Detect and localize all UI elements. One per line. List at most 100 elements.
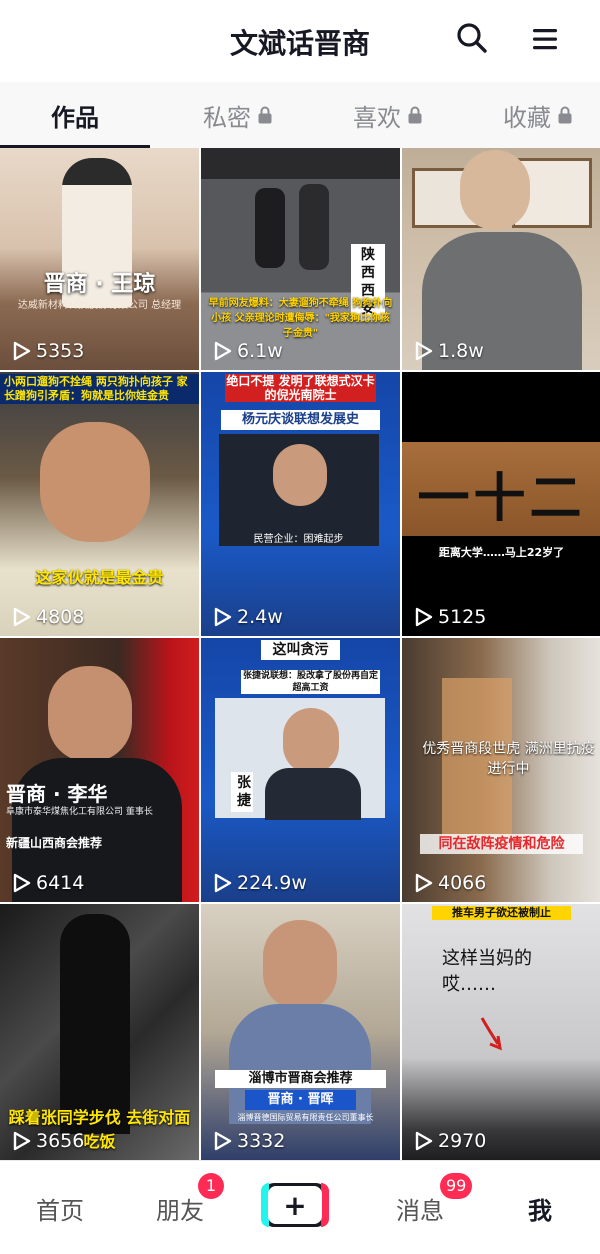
view-count: 6414 [10,872,84,894]
view-count-text: 5353 [36,340,85,362]
nav-label: 我 [528,1196,552,1225]
video-thumbnail[interactable]: 绝口不提 发明了联想式汉卡的倪光南院士 杨元庆谈联想发展史 民营企业：困难起步 … [201,372,400,636]
tab-private[interactable]: 私密 [176,82,300,148]
view-count-text: 6414 [36,872,85,894]
video-thumbnail[interactable]: 陕西 西安 早前网友爆料：大妻遛狗不牵绳 狗狗扑向小孩 父亲理论时遭侮辱："我家… [201,148,400,370]
play-icon [214,1131,232,1151]
create-button-red-edge [321,1183,329,1227]
view-count: 5125 [412,606,486,628]
nav-messages[interactable]: 消息 99 [360,1161,480,1254]
tab-label: 作品 [51,103,99,132]
video-thumbnail[interactable]: 晋商 · 李华 阜康市泰华煤焦化工有限公司 董事长 新疆山西商会推荐 6414 [0,638,199,902]
lock-icon [408,106,422,124]
video-subcaption: 淄博晋德国际贸易有限责任公司董事长 [237,1113,374,1122]
menu-icon[interactable] [530,24,560,54]
name-badge: 张捷 [231,772,253,812]
play-icon [214,873,232,893]
lock-icon [258,106,272,124]
tab-works[interactable]: 作品 [0,82,150,148]
view-count: 224.9w [211,872,307,894]
create-button[interactable]: + [261,1183,329,1227]
video-subcaption: 民营企业：困难起步 [253,534,344,545]
profile-tabs: 作品 私密 喜欢 收藏 [0,82,600,148]
view-count: 3656 [10,1130,84,1152]
lock-icon [558,106,572,124]
video-caption: 这叫贪污 [261,640,340,660]
video-thumbnail[interactable]: 推车男子欲还被制止 这样当妈的 哎…… 2970 [402,904,600,1160]
video-caption: 晋商 · 李华 [6,782,108,806]
video-caption: 一十二 [417,469,586,529]
view-count-text: 3656 [36,1130,85,1152]
profile-header: 文斌话晋商 [0,0,600,82]
video-thumbnail[interactable]: 一十二 距离大学……马上22岁了 5125 [402,372,600,636]
play-icon [13,607,31,627]
tab-favorites[interactable]: 收藏 [476,82,600,148]
play-icon [13,873,31,893]
view-count: 5353 [10,340,84,362]
view-count-text: 1.8w [438,340,484,362]
video-top-caption: 小两口遛狗不拴绳 两只狗扑向孩子 家长蹭狗引矛盾：狗就是比你娃金贵 [0,374,199,404]
video-subcaption: 张捷说联想：股改拿了股份再自定超高工资 [241,670,380,694]
view-count-text: 6.1w [237,340,283,362]
play-icon [13,341,31,361]
video-caption: 优秀晋商段世虎 满洲里抗疫进行中 [422,741,595,777]
bottom-nav: 首页 朋友 1 + 消息 99 我 [0,1160,600,1254]
video-caption: 晋商 · 王琼 [43,272,156,297]
nav-friends[interactable]: 朋友 1 [120,1161,240,1254]
play-icon [13,1131,31,1151]
view-count-text: 4066 [438,872,487,894]
video-thumbnail[interactable]: 优秀晋商段世虎 满洲里抗疫进行中 同在敌阵疫情和危险 4066 [402,638,600,902]
play-icon [415,1131,433,1151]
nav-me[interactable]: 我 [480,1161,600,1254]
video-top-caption: 绝口不提 发明了联想式汉卡的倪光南院士 [225,374,376,402]
video-subcaption: 阜康市泰华煤焦化工有限公司 董事长 [6,807,153,817]
view-count-text: 4808 [36,606,85,628]
play-icon [214,341,232,361]
tab-label: 收藏 [503,103,551,132]
video-subcaption: 新疆山西商会推荐 [6,836,103,850]
view-count: 3332 [211,1130,285,1152]
nav-label: 首页 [36,1196,84,1225]
video-thumbnail[interactable]: 晋商 · 王琼 达威新材料科技股份有限公司 总经理 5353 [0,148,199,370]
video-subcaption: 达威新材料科技股份有限公司 总经理 [17,300,182,311]
video-grid: 晋商 · 王琼 达威新材料科技股份有限公司 总经理 5353 陕西 西安 早前网… [0,148,600,1160]
video-subcaption: 距离大学……马上22岁了 [438,546,565,559]
video-thumbnail[interactable]: 踩着张同学步伐 去街对面吃饭 3656 [0,904,199,1160]
video-caption: 这家伙就是最金贵 [35,568,164,587]
tab-likes[interactable]: 喜欢 [326,82,450,148]
view-count: 1.8w [412,340,484,362]
arrow-icon [480,1017,502,1051]
play-icon [415,341,433,361]
play-icon [214,607,232,627]
video-subcaption: 晋商 · 晋晖 [245,1090,356,1110]
video-thumbnail[interactable]: 1.8w [402,148,600,370]
view-count: 4808 [10,606,84,628]
video-thumbnail[interactable]: 淄博市晋商会推荐 晋商 · 晋晖 淄博晋德国际贸易有限责任公司董事长 3332 [201,904,400,1160]
video-subcaption: 同在敌阵疫情和危险 [420,834,583,854]
video-caption: 这样当妈的 哎…… [442,948,532,995]
video-subcaption: 早前网友爆料：大妻遛狗不牵绳 狗狗扑向小孩 父亲理论时遭侮辱："我家狗比你孩子金… [208,298,393,339]
view-count: 4066 [412,872,486,894]
view-count-text: 5125 [438,606,487,628]
video-thumbnail[interactable]: 这叫贪污 张捷说联想：股改拿了股份再自定超高工资 张捷 224.9w [201,638,400,902]
tab-label: 喜欢 [353,103,401,132]
view-count-text: 2.4w [237,606,283,628]
video-thumbnail[interactable]: 小两口遛狗不拴绳 两只狗扑向孩子 家长蹭狗引矛盾：狗就是比你娃金贵 这家伙就是最… [0,372,199,636]
view-count: 2970 [412,1130,486,1152]
video-caption: 淄博市晋商会推荐 [215,1070,386,1088]
view-count: 2.4w [211,606,283,628]
page-title: 文斌话晋商 [229,27,370,60]
search-icon[interactable] [456,22,488,54]
video-top-caption: 推车男子欲还被制止 [432,906,571,920]
nav-home[interactable]: 首页 [0,1161,120,1254]
view-count: 6.1w [211,340,283,362]
notification-badge: 1 [198,1173,224,1199]
play-icon [415,873,433,893]
view-count-text: 2970 [438,1130,487,1152]
video-caption: 杨元庆谈联想发展史 [221,410,380,430]
plus-icon: + [268,1186,322,1224]
notification-badge: 99 [440,1173,473,1199]
view-count-text: 224.9w [237,872,307,894]
nav-label: 消息 [396,1196,444,1225]
nav-label: 朋友 [156,1196,204,1225]
